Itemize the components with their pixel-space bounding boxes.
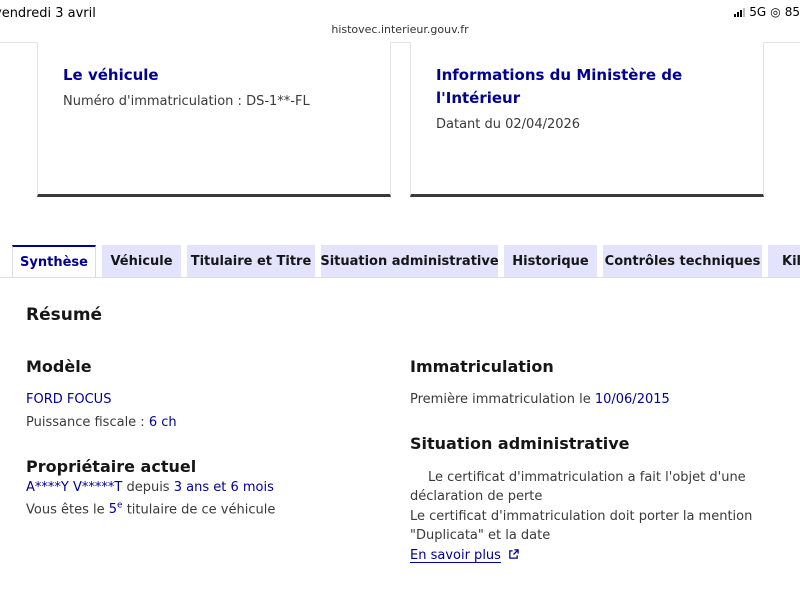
fiscal-power-label: Puissance fiscale : [26,415,145,430]
first-registration-date: 10/06/2015 [594,392,670,407]
tab-vehicule[interactable]: Véhicule [102,245,181,277]
tab-controles-techniques[interactable]: Contrôles techniques [603,245,762,277]
address-bar-url[interactable]: histovec.interieur.gouv.fr [0,23,800,36]
admin-line-3: Le certificat d'immatriculation doit por… [410,509,753,524]
plate-label: Numéro d'immatriculation : [63,94,242,109]
model-name: FORD FOCUS [26,392,112,407]
status-indicators: 5G ◎ 85 [734,5,800,19]
ministry-title-line2: l'Intérieur [436,89,521,107]
owner-since-value: 3 ans et 6 mois [173,480,274,495]
owner-rank-suffix: titulaire de ce véhicule [126,502,276,518]
learn-more-label[interactable]: En savoir plus [410,548,501,563]
owner-name: A****Y V*****T [26,480,123,495]
synthese-panel: Résumé Modèle FORD FOCUS Puissance fisca… [0,277,800,601]
orientation-lock-icon: ◎ [770,5,781,19]
fiscal-power: Puissance fiscale : 6 ch [26,413,177,432]
battery-level: 85 [784,5,800,19]
owner-rank-prefix: Vous êtes le [26,502,105,518]
owner-heading: Propriétaire actuel [26,457,197,476]
owner-rank: Vous êtes le 5e titulaire de ce véhicule [26,497,275,519]
vehicle-card: Le véhicule Numéro d'immatriculation : D… [37,42,391,197]
first-registration: Première immatriculation le 10/06/2015 [410,390,670,409]
status-date: vendredi 3 avril [0,6,96,21]
tab-kilometrage[interactable]: Kilo [768,245,800,277]
ministry-card: Informations du Ministère de l'Intérieur… [410,42,764,197]
first-registration-label: Première immatriculation le [410,392,591,407]
learn-more-link[interactable]: En savoir plus [410,546,519,565]
owner-rank-number: 5e [108,501,123,518]
vehicle-card-title: Le véhicule [63,66,159,84]
model-heading: Modèle [26,357,92,376]
tab-titulaire-et-titre[interactable]: Titulaire et Titre [187,245,315,277]
registration-heading: Immatriculation [410,357,554,376]
tab-synthese[interactable]: Synthèse [12,245,96,277]
summary-title: Résumé [26,305,103,325]
admin-line-1: Le certificat d'immatriculation a fait l… [428,470,746,485]
admin-situation-heading: Situation administrative [410,434,630,453]
browser-status-bar: vendredi 3 avril histovec.interieur.gouv… [0,0,800,43]
fiscal-power-value: 6 ch [148,415,177,430]
owner-since-label: depuis [126,480,170,495]
plate-number: Numéro d'immatriculation : DS-1**-FL [63,94,310,109]
plate-value: DS-1**-FL [246,94,310,109]
signal-icon [734,7,746,17]
tab-situation-administrative[interactable]: Situation administrative [321,245,498,277]
ministry-data-date: Datant du 02/04/2026 [436,117,581,132]
network-label: 5G [749,5,767,19]
ministry-card-title: Informations du Ministère de l'Intérieur [436,64,682,110]
admin-line-2: déclaration de perte [410,489,543,504]
ministry-title-line1: Informations du Ministère de [436,66,683,84]
tab-bar: Synthèse Véhicule Titulaire et Titre Sit… [0,245,800,277]
tab-historique[interactable]: Historique [504,245,597,277]
external-link-icon [508,548,519,563]
owner-line: A****Y V*****T depuis 3 ans et 6 mois [26,478,274,497]
admin-line-4: "Duplicata" et la date [410,528,551,543]
